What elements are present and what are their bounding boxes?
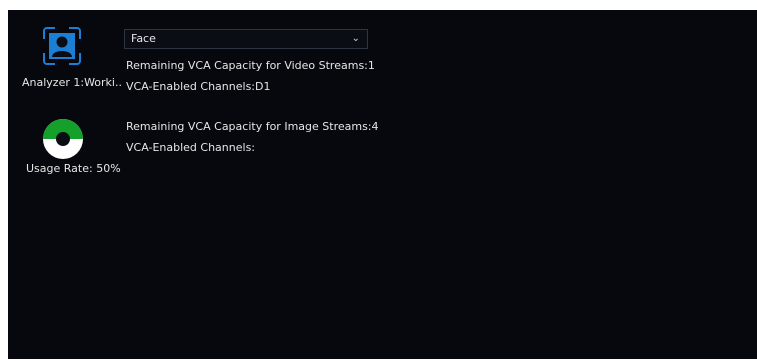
- video-channels-row: VCA-Enabled Channels:D1: [126, 80, 270, 93]
- video-capacity-label: Remaining VCA Capacity for Video Streams…: [126, 59, 368, 72]
- function-type-select[interactable]: Face ⌄: [124, 29, 368, 49]
- usage-gauge-icon: [42, 118, 84, 160]
- usage-rate-label: Usage Rate: 50%: [26, 162, 121, 175]
- person-icon: [42, 26, 82, 66]
- image-channels-row: VCA-Enabled Channels:: [126, 141, 255, 154]
- analyzer-label: Analyzer 1:Worki..: [22, 76, 122, 89]
- image-capacity-value: 4: [371, 120, 379, 133]
- video-capacity-value: 1: [367, 59, 375, 72]
- image-capacity-row: Remaining VCA Capacity for Image Streams…: [126, 120, 379, 133]
- video-capacity-row: Remaining VCA Capacity for Video Streams…: [126, 59, 375, 72]
- vca-panel: Analyzer 1:Worki.. Usage Rate: 50% Face …: [8, 10, 757, 359]
- image-channels-label: VCA-Enabled Channels:: [126, 141, 256, 154]
- chevron-down-icon: ⌄: [351, 33, 360, 44]
- video-channels-label: VCA-Enabled Channels:: [126, 80, 256, 93]
- function-type-selected: Face: [131, 32, 156, 45]
- image-capacity-label: Remaining VCA Capacity for Image Streams…: [126, 120, 372, 133]
- video-channels-value: D1: [255, 80, 271, 93]
